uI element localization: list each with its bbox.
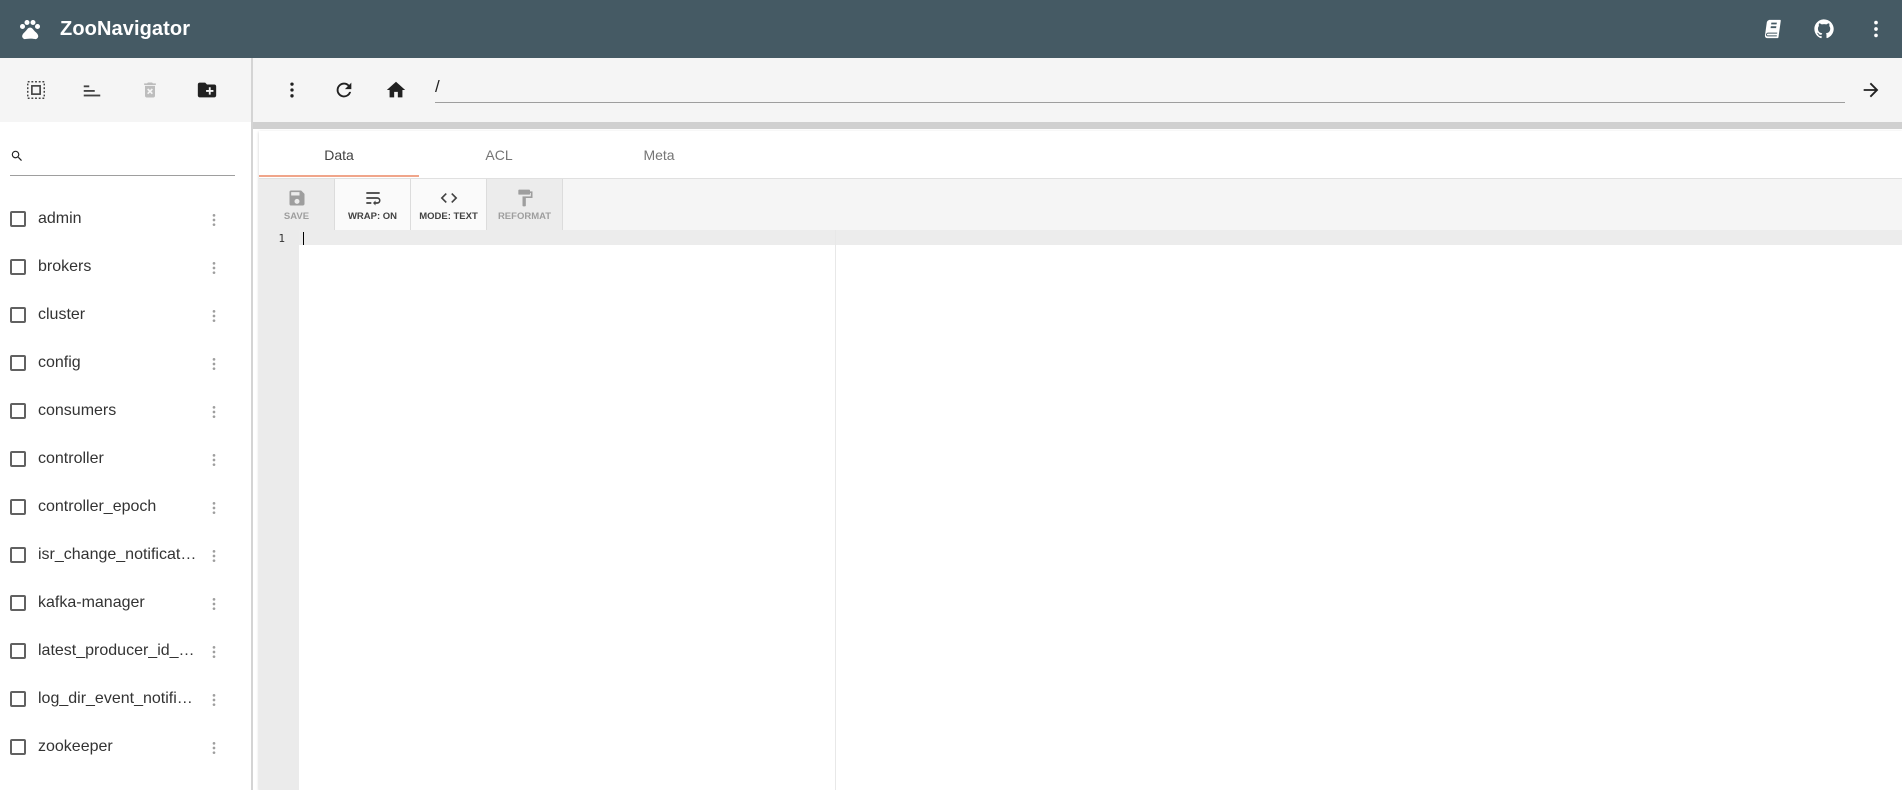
select-all-icon[interactable] [24, 78, 48, 102]
sort-icon[interactable] [80, 78, 104, 102]
node-checkbox[interactable] [10, 739, 26, 755]
wrap-button-label: WRAP: ON [347, 211, 398, 222]
list-item[interactable]: kafka-manager [0, 580, 251, 628]
more-vert-icon[interactable] [205, 688, 223, 712]
toolbar-divider [253, 122, 1902, 129]
path-bar [253, 58, 1902, 122]
node-checkbox[interactable] [10, 499, 26, 515]
more-vert-icon[interactable] [280, 78, 304, 102]
node-label[interactable]: cluster [38, 306, 198, 324]
book-icon[interactable] [1760, 17, 1784, 41]
reformat-button-label: REFORMAT [497, 211, 552, 222]
wrap-icon [361, 187, 385, 209]
list-item[interactable]: config [0, 340, 251, 388]
tab-data[interactable]: Data [259, 131, 419, 178]
sidebar-splitter[interactable] [251, 58, 253, 790]
node-checkbox[interactable] [10, 259, 26, 275]
node-checkbox[interactable] [10, 691, 26, 707]
github-icon[interactable] [1812, 17, 1836, 41]
more-vert-icon[interactable] [205, 400, 223, 424]
arrow-forward-icon[interactable] [1859, 78, 1883, 102]
delete-icon[interactable] [138, 78, 162, 102]
node-label[interactable]: consumers [38, 402, 198, 420]
paw-icon [18, 17, 42, 41]
node-sidebar: admin brokers cluster config consumers c… [0, 122, 251, 790]
code-icon [437, 187, 461, 209]
save-button-label: SAVE [283, 211, 310, 222]
active-line-highlight [299, 230, 1902, 245]
refresh-icon[interactable] [332, 78, 356, 102]
node-label[interactable]: zookeeper [38, 738, 198, 756]
node-checkbox[interactable] [10, 451, 26, 467]
line-number: 1 [278, 232, 285, 245]
list-item[interactable]: consumers [0, 388, 251, 436]
node-label[interactable]: controller [38, 450, 198, 468]
node-label[interactable]: kafka-manager [38, 594, 198, 612]
node-label[interactable]: isr_change_notification [38, 546, 198, 564]
node-toolbar [0, 58, 251, 123]
more-vert-icon[interactable] [205, 496, 223, 520]
save-button[interactable]: SAVE [259, 179, 335, 230]
tab-meta[interactable]: Meta [579, 131, 739, 178]
node-label[interactable]: controller_epoch [38, 498, 198, 516]
more-vert-icon[interactable] [205, 640, 223, 664]
more-vert-icon[interactable] [205, 352, 223, 376]
save-icon [285, 187, 309, 209]
more-vert-icon[interactable] [205, 544, 223, 568]
tab-acl[interactable]: ACL [419, 131, 579, 178]
node-label[interactable]: config [38, 354, 198, 372]
path-input[interactable] [435, 72, 1845, 103]
tab-ink-bar [259, 175, 419, 177]
more-vert-icon[interactable] [205, 448, 223, 472]
list-item[interactable]: zookeeper [0, 724, 251, 772]
mode-button[interactable]: MODE: TEXT [411, 179, 487, 230]
text-cursor [303, 232, 304, 245]
list-item[interactable]: admin [0, 196, 251, 244]
search-input[interactable] [30, 150, 230, 167]
more-vert-icon[interactable] [205, 256, 223, 280]
search-field[interactable] [10, 142, 235, 176]
search-icon [10, 149, 24, 168]
node-checkbox[interactable] [10, 595, 26, 611]
node-label[interactable]: latest_producer_id_block [38, 642, 198, 660]
more-vert-icon[interactable] [1864, 17, 1888, 41]
node-checkbox[interactable] [10, 307, 26, 323]
node-checkbox[interactable] [10, 547, 26, 563]
app-title: ZooNavigator [60, 17, 191, 40]
node-checkbox[interactable] [10, 643, 26, 659]
list-item[interactable]: isr_change_notification [0, 532, 251, 580]
node-editor-card: Data ACL Meta SAVE WRAP: ON MODE: TEXT R… [259, 131, 1902, 790]
more-vert-icon[interactable] [205, 736, 223, 760]
app-header: ZooNavigator [0, 0, 1902, 58]
list-item[interactable]: controller [0, 436, 251, 484]
list-item[interactable]: cluster [0, 292, 251, 340]
list-item[interactable]: latest_producer_id_block [0, 628, 251, 676]
tab-bar: Data ACL Meta [259, 131, 1902, 179]
reformat-button[interactable]: REFORMAT [487, 179, 563, 230]
mode-button-label: MODE: TEXT [419, 211, 478, 222]
node-label[interactable]: log_dir_event_notification [38, 690, 198, 708]
editor-gutter: 1 [259, 230, 299, 790]
list-item[interactable]: controller_epoch [0, 484, 251, 532]
node-label[interactable]: admin [38, 210, 198, 228]
create-folder-icon[interactable] [195, 78, 219, 102]
node-checkbox[interactable] [10, 355, 26, 371]
list-item[interactable]: brokers [0, 244, 251, 292]
more-vert-icon[interactable] [205, 592, 223, 616]
print-margin [835, 230, 836, 790]
more-vert-icon[interactable] [205, 304, 223, 328]
node-label[interactable]: brokers [38, 258, 198, 276]
code-editor[interactable]: 1 [259, 230, 1902, 790]
node-checkbox[interactable] [10, 403, 26, 419]
node-list: admin brokers cluster config consumers c… [0, 196, 251, 772]
list-item[interactable]: log_dir_event_notification [0, 676, 251, 724]
node-checkbox[interactable] [10, 211, 26, 227]
editor-toolbar: SAVE WRAP: ON MODE: TEXT REFORMAT [259, 179, 1902, 230]
format-paint-icon [513, 187, 537, 209]
wrap-toggle-button[interactable]: WRAP: ON [335, 179, 411, 230]
more-vert-icon[interactable] [205, 208, 223, 232]
home-icon[interactable] [384, 78, 408, 102]
